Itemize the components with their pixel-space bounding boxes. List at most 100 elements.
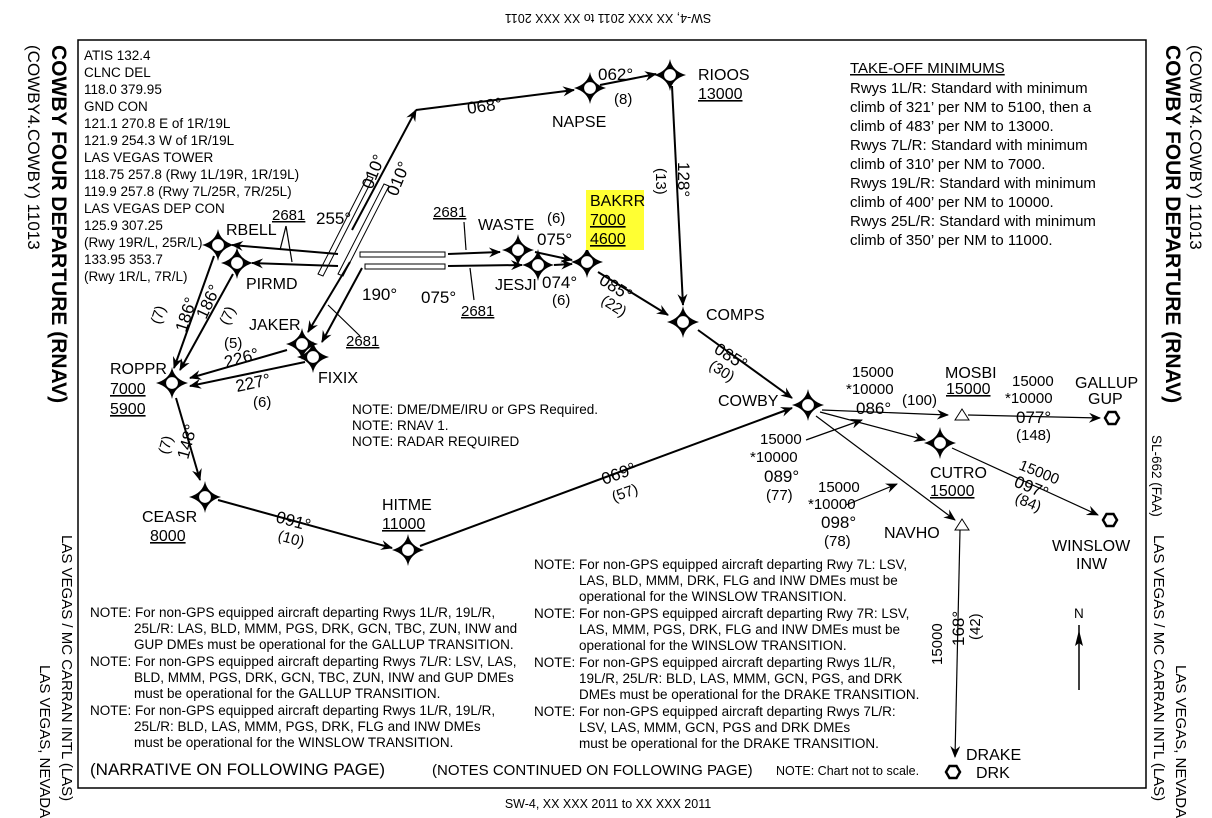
course-label: 068° bbox=[466, 94, 503, 118]
distance-label: (6) bbox=[253, 394, 271, 411]
freq-line: LAS VEGAS TOWER bbox=[84, 150, 214, 165]
note-line: GUP DMEs must be operational for the GAL… bbox=[134, 637, 514, 652]
freq-line: LAS VEGAS DEP CON bbox=[84, 201, 225, 216]
note-line: BLD, MMM, PGS, DRK, GCN, TBC, ZUN, INW a… bbox=[134, 670, 514, 685]
north-label: N bbox=[1074, 606, 1084, 621]
fix-altitude: 7000 bbox=[590, 212, 626, 229]
course-label: 168° bbox=[949, 611, 968, 646]
fix-label: FIXIX bbox=[318, 370, 358, 387]
rioos-fix-icon bbox=[653, 58, 687, 92]
tom-line: climb of 321’ per NM to 5100, then a bbox=[850, 99, 1092, 116]
fix-label: NAVHO bbox=[884, 525, 940, 542]
altitude-label: 15000 bbox=[760, 431, 802, 448]
tom-line: climb of 310’ per NM to 7000. bbox=[850, 156, 1045, 173]
freq-line: 125.9 307.25 bbox=[84, 218, 163, 233]
fix-label: CEASR bbox=[142, 509, 197, 526]
fix-label: CUTRO bbox=[930, 465, 987, 482]
tom-line: climb of 483’ per NM to 13000. bbox=[850, 118, 1054, 135]
notes-left: NOTE: For non-GPS equipped aircraft depa… bbox=[90, 605, 517, 750]
tom-line: climb of 350’ per NM to 11000. bbox=[850, 232, 1053, 249]
distance-label: (100) bbox=[902, 392, 937, 409]
fix-label: RBELL bbox=[226, 222, 277, 239]
north-arrow-icon bbox=[1075, 625, 1083, 690]
waste-fix-icon bbox=[501, 233, 535, 267]
fix-label: RIOOS bbox=[698, 67, 750, 84]
note-line: LAS, BLD, MMM, DRK, FLG and INW DMEs mus… bbox=[579, 573, 898, 588]
altitude-label: 15000 bbox=[929, 623, 946, 665]
fix-label: DRK bbox=[976, 765, 1010, 782]
left-code: (COWBY4.COWBY) 11013 bbox=[24, 45, 43, 250]
note-line: LSV, LAS, MMM, GCN, PGS and DRK DMEs bbox=[579, 720, 850, 735]
fix-label: DRAKE bbox=[966, 747, 1021, 764]
note-line: NOTE: RNAV 1. bbox=[352, 418, 449, 433]
fix-label: JESJI bbox=[495, 277, 537, 294]
navho-triangle-icon bbox=[954, 518, 970, 531]
altitude-label: *10000 bbox=[750, 449, 798, 466]
right-airport: LAS VEGAS / MC CARRAN INTL (LAS) bbox=[1150, 535, 1167, 801]
note-line: NOTE: For non-GPS equipped aircraft depa… bbox=[534, 655, 896, 670]
distance-label: (7) bbox=[148, 304, 170, 327]
note-line: NOTE: For non-GPS equipped aircraft depa… bbox=[90, 605, 495, 620]
fix-label: BAKRR bbox=[590, 193, 645, 210]
distance-label: (77) bbox=[766, 487, 793, 504]
left-airport: LAS VEGAS / MC CARRAN INTL (LAS) bbox=[58, 535, 75, 801]
altitude-label: *10000 bbox=[846, 381, 894, 398]
drake-vor-icon bbox=[944, 764, 962, 780]
distance-label: (78) bbox=[824, 533, 851, 550]
course-label: 098° bbox=[821, 513, 856, 532]
freq-line: ATIS 132.4 bbox=[84, 48, 151, 63]
freq-line: 133.95 353.7 bbox=[84, 252, 163, 267]
altitude-label: 15000 bbox=[852, 364, 894, 381]
fix-label: COMPS bbox=[706, 307, 765, 324]
pirmd-fix-icon bbox=[220, 246, 254, 280]
fix-label: ROPPR bbox=[110, 361, 167, 378]
right-city: LAS VEGAS, NEVADA bbox=[1172, 665, 1189, 818]
hitme-fix-icon bbox=[391, 533, 425, 567]
course-label: 128° bbox=[674, 162, 693, 197]
freq-line: 118.75 257.8 (Rwy 1L/19R, 1R/19L) bbox=[84, 167, 299, 182]
right-title: COWBY FOUR DEPARTURE (RNAV) bbox=[1161, 45, 1184, 403]
note-line: NOTE: For non-GPS equipped aircraft depa… bbox=[534, 704, 896, 719]
fix-label: WINSLOW bbox=[1052, 538, 1131, 555]
fix-label: GALLUP bbox=[1075, 375, 1138, 392]
distance-label: (42) bbox=[967, 613, 984, 640]
header-inverted: SW-4, XX XXX 2011 to XX XXX 2011 bbox=[505, 11, 711, 25]
note-line: 19L/R, 25L/R: BLD, LAS, MMM, GCN, PGS, a… bbox=[579, 671, 902, 686]
scale-note: NOTE: Chart not to scale. bbox=[776, 764, 919, 778]
fix-label: WASTE bbox=[478, 217, 534, 234]
fix-label: PIRMD bbox=[246, 276, 298, 293]
fix-label: NAPSE bbox=[552, 114, 606, 131]
fix-label: INW bbox=[1076, 556, 1108, 573]
altitude-2681: 2681 bbox=[461, 303, 494, 320]
distance-label: (13) bbox=[652, 168, 669, 195]
note-line: must be operational for the WINSLOW TRAN… bbox=[134, 735, 453, 750]
narrative-note: (NARRATIVE ON FOLLOWING PAGE) bbox=[90, 760, 385, 779]
note-line: 25L/R: BLD, LAS, MMM, PGS, DRK, FLG and … bbox=[134, 719, 481, 734]
distance-label: (6) bbox=[552, 292, 570, 309]
course-label: 077° bbox=[1016, 408, 1051, 427]
note-line: operational for the WINSLOW TRANSITION. bbox=[579, 589, 847, 604]
fix-altitude: 15000 bbox=[946, 381, 991, 398]
note-line: must be operational for the DRAKE TRANSI… bbox=[579, 736, 879, 751]
note-line: NOTE: DME/DME/IRU or GPS Required. bbox=[352, 402, 598, 417]
freq-line: 118.0 379.95 bbox=[84, 82, 162, 97]
fix-altitude: 15000 bbox=[930, 483, 975, 500]
distance-label: (6) bbox=[547, 210, 565, 227]
note-line: NOTE: RADAR REQUIRED bbox=[352, 434, 520, 449]
freq-line: 119.9 257.8 (Rwy 7L/25R, 7R/25L) bbox=[84, 184, 292, 199]
course-label: 075° bbox=[421, 288, 456, 307]
course-label: 255° bbox=[316, 209, 351, 228]
altitude-label: *10000 bbox=[808, 496, 856, 513]
fix-altitude: 11000 bbox=[382, 516, 425, 533]
gallup-vor-icon bbox=[1103, 410, 1121, 426]
freq-line: (Rwy 19R/L, 25R/L) bbox=[84, 235, 203, 250]
departure-chart: SW-4, XX XXX 2011 to XX XXX 2011 SW-4, X… bbox=[24, 11, 1205, 818]
left-city: LAS VEGAS, NEVADA bbox=[36, 665, 53, 818]
distance-label: (148) bbox=[1016, 427, 1051, 444]
fix-altitude: 4600 bbox=[590, 231, 626, 248]
course-label: 148° bbox=[174, 422, 201, 461]
fix-altitude: 5900 bbox=[110, 401, 146, 418]
altitude-2681: 2681 bbox=[433, 204, 466, 221]
distance-label: (7) bbox=[216, 304, 239, 328]
note-line: 25L/R: LAS, BLD, MMM, PGS, DRK, GCN, TBC… bbox=[134, 621, 517, 636]
